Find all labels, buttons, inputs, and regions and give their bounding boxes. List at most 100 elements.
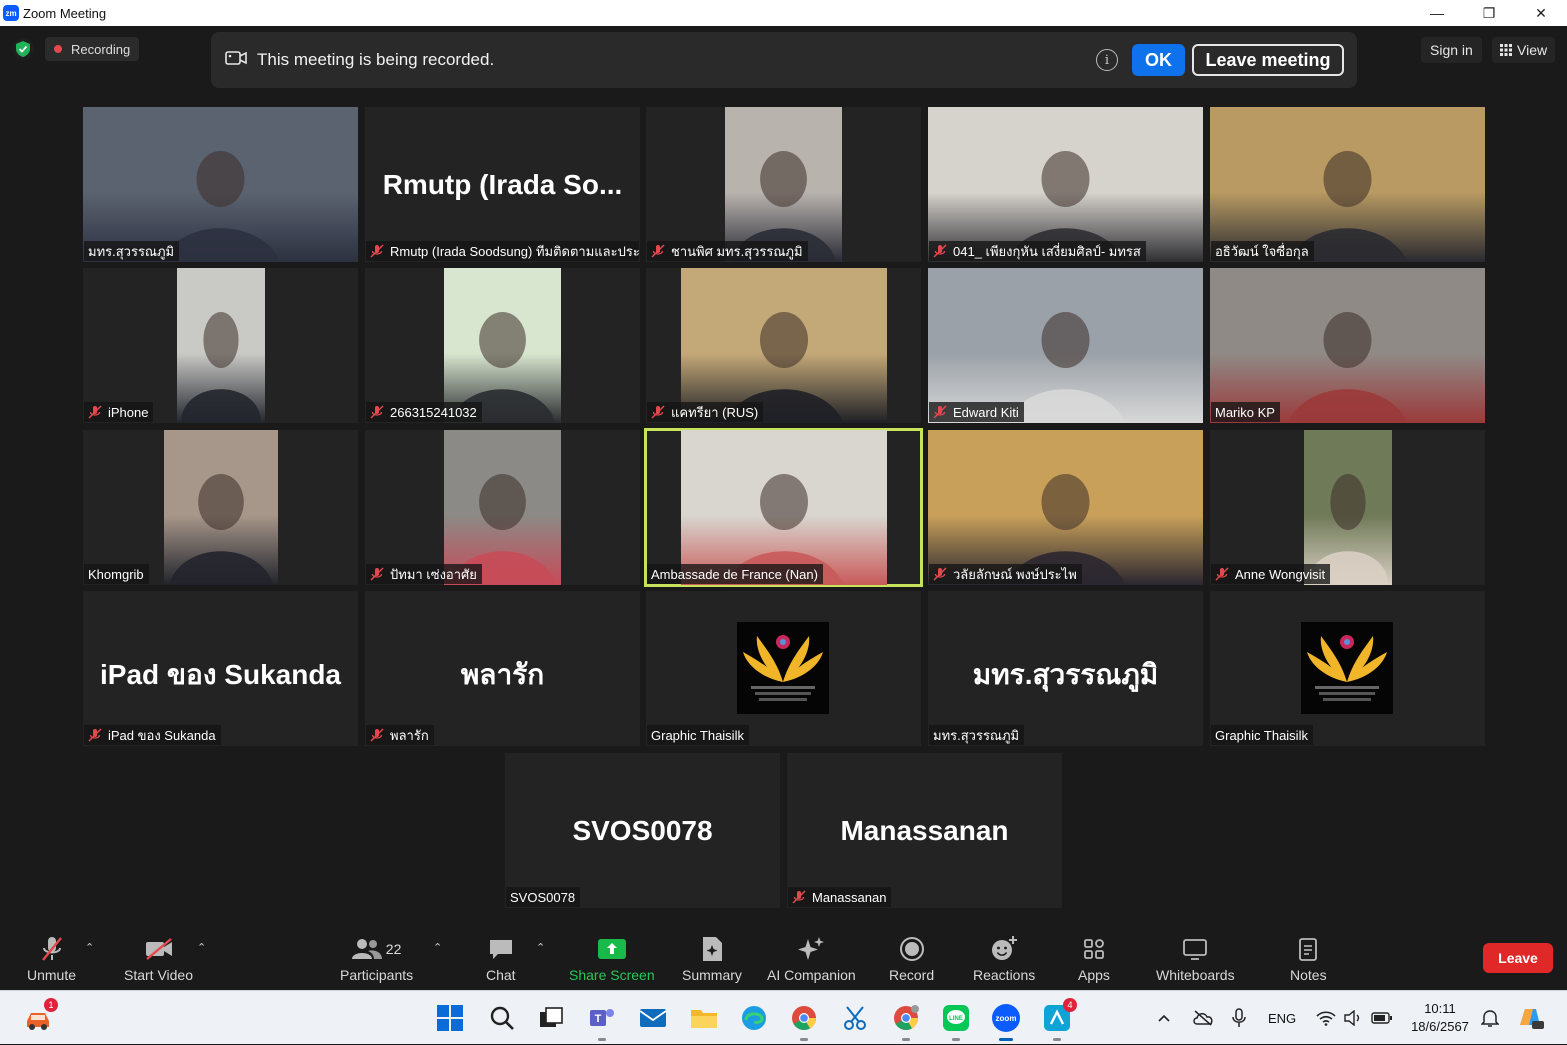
participant-tile[interactable]: Manassanan Manassanan — [787, 753, 1062, 908]
ai-companion-button[interactable]: AI Companion — [767, 933, 856, 983]
wifi-icon[interactable] — [1316, 991, 1336, 1045]
chrome-browser-icon[interactable] — [788, 1002, 820, 1041]
onedrive-off-icon[interactable] — [1192, 991, 1214, 1045]
muted-microphone-icon — [370, 244, 384, 258]
participant-tile[interactable]: Graphic Thaisilk — [1210, 591, 1485, 746]
participant-name-label: 041_ เพียงกุหัน เสงี่ยมศิลป์- มทรส — [929, 241, 1146, 261]
view-label: View — [1517, 42, 1548, 58]
participant-tile[interactable]: Anne Wongvisit — [1210, 430, 1485, 585]
notification-bell-icon[interactable] — [1481, 991, 1499, 1045]
ai-companion-label: AI Companion — [767, 967, 856, 983]
pinned-app-icon[interactable]: 4 — [1041, 998, 1077, 1041]
participant-tile[interactable]: iPad ของ Sukanda iPad ของ Sukanda — [83, 591, 358, 746]
participant-name: มทร.สุวรรณภูมิ — [933, 727, 1020, 743]
participants-button[interactable]: 22 Participants — [340, 933, 413, 983]
participant-video — [725, 107, 842, 262]
participant-name-label: พลารัก — [366, 725, 434, 745]
start-video-button[interactable]: Start Video — [124, 933, 193, 983]
share-screen-button[interactable]: Share Screen — [569, 933, 655, 983]
recording-indicator[interactable]: Recording — [45, 37, 140, 61]
teams-icon[interactable]: T — [586, 1002, 618, 1041]
show-hidden-icons-chevron-icon[interactable] — [1157, 991, 1171, 1045]
battery-icon[interactable] — [1371, 991, 1393, 1045]
input-language[interactable]: ENG — [1268, 991, 1296, 1045]
start-menu-icon[interactable] — [434, 1002, 466, 1034]
participant-tile[interactable]: อธิวัฒน์ ใจซื่อกุล — [1210, 107, 1485, 262]
summary-button[interactable]: Summary — [682, 933, 742, 983]
reactions-button[interactable]: Reactions — [973, 933, 1035, 983]
participant-name: SVOS0078 — [510, 889, 576, 905]
participant-name: Anne Wongvisit — [1235, 566, 1326, 582]
recording-label: Recording — [71, 41, 131, 57]
search-icon[interactable] — [486, 1002, 518, 1034]
participant-video — [1303, 430, 1392, 585]
participant-name-label: SVOS0078 — [506, 887, 581, 907]
participant-tile[interactable]: Edward Kiti — [928, 268, 1203, 423]
task-view-icon[interactable] — [535, 1002, 567, 1034]
chrome-profile-icon[interactable] — [890, 1002, 922, 1041]
summary-label: Summary — [682, 967, 742, 983]
system-clock[interactable]: 10:11 18/6/2567 — [1404, 1000, 1476, 1036]
summary-icon — [700, 933, 724, 965]
whiteboard-icon — [1182, 933, 1208, 965]
participant-tile[interactable]: Khomgrib — [83, 430, 358, 585]
participant-tile[interactable]: แคทรียา (RUS) — [646, 268, 921, 423]
unmute-button[interactable]: Unmute — [27, 933, 76, 983]
participant-tile[interactable]: ปัทมา เซ่งอาศัย — [365, 430, 640, 585]
weather-widget-icon[interactable]: 1 — [22, 998, 58, 1034]
participant-tile[interactable]: 041_ เพียงกุหัน เสงี่ยมศิลป์- มทรส — [928, 107, 1203, 262]
share-screen-label: Share Screen — [569, 967, 655, 983]
whiteboards-button[interactable]: Whiteboards — [1156, 933, 1235, 983]
zoom-app-icon[interactable]: zoom — [990, 1002, 1022, 1041]
snipping-tool-icon[interactable] — [839, 1002, 871, 1034]
leave-button[interactable]: Leave — [1483, 943, 1553, 973]
leave-meeting-button[interactable]: Leave meeting — [1192, 44, 1344, 76]
participant-tile[interactable]: มทร.สุวรรณภูมิ — [83, 107, 358, 262]
copilot-icon[interactable] — [1516, 991, 1544, 1045]
participant-name: ปัทมา เซ่งอาศัย — [390, 566, 477, 582]
participant-tile[interactable]: วลัยลักษณ์ พงษ์ประไพ — [928, 430, 1203, 585]
participant-tile[interactable]: Rmutp (Irada So... Rmutp (Irada Soodsung)… — [365, 107, 640, 262]
notes-button[interactable]: Notes — [1290, 933, 1327, 983]
unmute-label: Unmute — [27, 967, 77, 983]
participant-tile[interactable]: 266315241032 — [365, 268, 640, 423]
participant-tile[interactable]: SVOS0078 SVOS0078 — [505, 753, 780, 908]
record-button[interactable]: Record — [889, 933, 934, 983]
sign-in-button[interactable]: Sign in — [1421, 37, 1482, 63]
participant-tile[interactable]: Graphic Thaisilk — [646, 591, 921, 746]
info-icon[interactable]: i — [1096, 49, 1118, 71]
volume-icon[interactable] — [1343, 991, 1363, 1045]
edge-browser-icon[interactable] — [738, 1002, 770, 1034]
participant-tile[interactable]: พลารัก พลารัก — [365, 591, 640, 746]
apps-button[interactable]: Apps — [1078, 933, 1110, 983]
encryption-shield-icon[interactable] — [12, 38, 34, 60]
view-button[interactable]: View — [1492, 37, 1556, 63]
participants-options-chevron-icon[interactable]: ⌃ — [433, 941, 442, 954]
audio-options-chevron-icon[interactable]: ⌃ — [85, 941, 94, 954]
video-off-icon — [144, 933, 174, 965]
participant-tile[interactable]: ชานพิศ มทร.สุวรรณภูมิ — [646, 107, 921, 262]
line-app-icon[interactable]: LINE — [940, 1002, 972, 1041]
chat-button[interactable]: Chat — [486, 933, 516, 983]
participants-label: Participants — [340, 967, 414, 983]
microphone-icon[interactable] — [1232, 991, 1246, 1045]
mail-icon[interactable] — [637, 1002, 669, 1034]
apps-icon — [1082, 933, 1106, 965]
record-label: Record — [889, 967, 935, 983]
participant-tile[interactable]: มทร.สุวรรณภูมิ มทร.สุวรรณภูมิ — [928, 591, 1203, 746]
maximize-button[interactable]: ❐ — [1463, 0, 1515, 26]
participant-tile[interactable]: Ambassade de France (Nan) — [644, 428, 923, 587]
apps-label: Apps — [1078, 967, 1110, 983]
muted-microphone-icon — [651, 244, 665, 258]
participant-tile[interactable]: iPhone — [83, 268, 358, 423]
chat-options-chevron-icon[interactable]: ⌃ — [536, 941, 545, 954]
svg-text:zoom: zoom — [996, 1014, 1017, 1023]
zoom-logo-icon: zm — [3, 5, 19, 21]
close-button[interactable]: ✕ — [1515, 0, 1567, 26]
minimize-button[interactable]: — — [1411, 0, 1463, 26]
participant-tile[interactable]: Mariko KP — [1210, 268, 1485, 423]
ok-button[interactable]: OK — [1132, 44, 1185, 76]
file-explorer-icon[interactable] — [688, 1002, 720, 1034]
participant-display-name: Manassanan — [840, 815, 1009, 846]
video-options-chevron-icon[interactable]: ⌃ — [197, 941, 206, 954]
